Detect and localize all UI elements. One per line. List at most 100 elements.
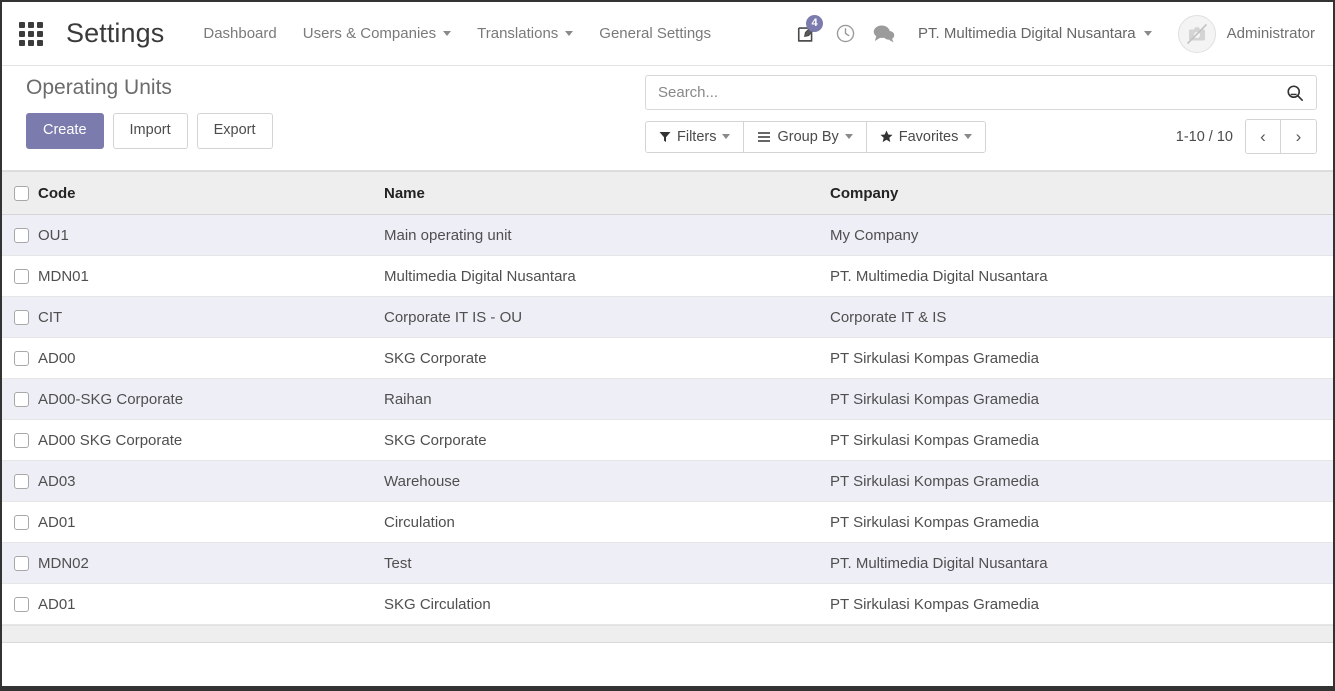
cell-code[interactable]: AD00 (38, 337, 384, 379)
cell-name[interactable]: SKG Corporate (384, 419, 830, 461)
row-checkbox[interactable] (14, 433, 29, 449)
avatar (1177, 14, 1216, 53)
cell-name[interactable]: SKG Circulation (384, 583, 830, 625)
cell-name[interactable]: Main operating unit (384, 214, 830, 256)
row-checkbox[interactable] (14, 351, 29, 367)
cell-company[interactable]: PT. Multimedia Digital Nusantara (830, 542, 1333, 584)
cell-company[interactable]: My Company (830, 214, 1333, 256)
cell-company[interactable]: Corporate IT & IS (830, 296, 1333, 338)
row-checkbox[interactable] (14, 392, 29, 408)
cell-code[interactable]: AD00-SKG Corporate (38, 378, 384, 420)
row-checkbox[interactable] (14, 597, 29, 613)
row-select-cell (2, 214, 38, 256)
cell-code[interactable]: MDN01 (38, 255, 384, 297)
activity-edit-icon[interactable]: 4 (788, 14, 826, 54)
app-brand-title[interactable]: Settings (66, 18, 164, 49)
table-aggregate-footer (2, 625, 1333, 643)
search-dropdown-group: Filters Group By Favorites (645, 120, 987, 153)
column-header-code[interactable]: Code (38, 171, 384, 215)
column-header-company[interactable]: Company (830, 171, 1333, 215)
cell-company[interactable]: PT Sirkulasi Kompas Gramedia (830, 378, 1333, 420)
filter-and-pager-row: Filters Group By Favorites 1-10 / 10 ‹ › (645, 119, 1317, 154)
row-checkbox[interactable] (14, 556, 29, 572)
pager-buttons: ‹ › (1245, 119, 1317, 154)
chevron-down-icon (443, 31, 452, 36)
application-window: Settings Dashboard Users & Companies Tra… (0, 0, 1335, 691)
create-button[interactable]: Create (26, 113, 104, 149)
menu-item-general-settings[interactable]: General Settings (586, 17, 724, 50)
cell-name[interactable]: Raihan (384, 378, 830, 420)
table-row[interactable]: MDN01 Multimedia Digital Nusantara PT. Mul… (2, 255, 1333, 297)
search-input[interactable] (658, 84, 1284, 101)
table-header-row: Code Name Company (2, 171, 1333, 215)
menu-item-dashboard[interactable]: Dashboard (190, 17, 289, 50)
table-row[interactable]: AD01 SKG Circulation PT Sirkulasi Kompas G… (2, 583, 1333, 625)
pager-previous-button[interactable]: ‹ (1246, 120, 1281, 153)
cell-code[interactable]: CIT (38, 296, 384, 338)
cell-company[interactable]: PT Sirkulasi Kompas Gramedia (830, 337, 1333, 379)
import-button[interactable]: Import (112, 113, 188, 149)
company-selector[interactable]: PT. Multimedia Digital Nusantara (902, 17, 1164, 50)
cell-code[interactable]: AD01 (38, 583, 384, 625)
cell-code[interactable]: AD01 (38, 501, 384, 543)
table-row[interactable]: AD00 SKG Corporate SKG Corporate PT Sirkul… (2, 419, 1333, 461)
filters-dropdown[interactable]: Filters (646, 121, 745, 152)
cell-company[interactable]: PT Sirkulasi Kompas Gramedia (830, 583, 1333, 625)
cell-code[interactable]: MDN02 (38, 542, 384, 584)
group-by-dropdown[interactable]: Group By (744, 121, 867, 152)
control-panel-right: Filters Group By (645, 75, 1317, 154)
apps-grid-icon[interactable] (18, 21, 44, 47)
chevron-down-icon (1143, 31, 1152, 36)
row-checkbox[interactable] (14, 269, 29, 285)
pager-next-button[interactable]: › (1281, 120, 1316, 153)
operating-units-table: Code Name Company OU1 Main operating unit… (2, 171, 1333, 625)
row-select-cell (2, 378, 38, 420)
table-row[interactable]: AD00-SKG Corporate Raihan PT Sirkulasi Kom… (2, 378, 1333, 420)
search-bar[interactable] (645, 75, 1317, 110)
menu-item-label: General Settings (599, 25, 712, 42)
cell-code[interactable]: OU1 (38, 214, 384, 256)
cell-name[interactable]: SKG Corporate (384, 337, 830, 379)
user-menu[interactable]: Administrator (1164, 9, 1319, 59)
row-select-cell (2, 419, 38, 461)
menu-item-label: Users & Companies (302, 25, 437, 42)
table-row[interactable]: AD00 SKG Corporate PT Sirkulasi Kompas Gra… (2, 337, 1333, 379)
table-row[interactable]: CIT Corporate IT IS - OU Corporate IT & IS (2, 296, 1333, 338)
filters-label: Filters (677, 128, 717, 145)
cell-code[interactable]: AD03 (38, 460, 384, 502)
column-header-name[interactable]: Name (384, 171, 830, 215)
row-checkbox[interactable] (14, 515, 29, 531)
export-button[interactable]: Export (196, 113, 273, 149)
top-navbar: Settings Dashboard Users & Companies Tra… (2, 2, 1333, 66)
table-row[interactable]: AD03 Warehouse PT Sirkulasi Kompas Gramedi… (2, 460, 1333, 502)
table-row[interactable]: MDN02 Test PT. Multimedia Digital Nusantar… (2, 542, 1333, 584)
empty-area-below-list (2, 643, 1333, 686)
cell-company[interactable]: PT. Multimedia Digital Nusantara (830, 255, 1333, 297)
chevron-down-icon (964, 134, 973, 139)
chat-bubble-icon[interactable] (864, 14, 902, 54)
row-checkbox[interactable] (14, 310, 29, 326)
menu-item-label: Dashboard (203, 25, 277, 42)
cell-name[interactable]: Corporate IT IS - OU (384, 296, 830, 338)
cell-name[interactable]: Circulation (384, 501, 830, 543)
page-title: Operating Units (26, 76, 172, 99)
cell-name[interactable]: Warehouse (384, 460, 830, 502)
row-select-cell (2, 460, 38, 502)
menu-item-users-and-companies[interactable]: Users & Companies (290, 17, 464, 50)
clock-icon[interactable] (826, 14, 864, 54)
list-lines-icon (758, 131, 771, 142)
table-row[interactable]: OU1 Main operating unit My Company (2, 214, 1333, 256)
cell-name[interactable]: Multimedia Digital Nusantara (384, 255, 830, 297)
cell-code[interactable]: AD00 SKG Corporate (38, 419, 384, 461)
search-icon[interactable] (1284, 82, 1306, 104)
cell-company[interactable]: PT Sirkulasi Kompas Gramedia (830, 501, 1333, 543)
cell-name[interactable]: Test (384, 542, 830, 584)
select-all-checkbox[interactable] (14, 186, 29, 202)
favorites-dropdown[interactable]: Favorites (866, 121, 986, 152)
cell-company[interactable]: PT Sirkulasi Kompas Gramedia (830, 460, 1333, 502)
table-row[interactable]: AD01 Circulation PT Sirkulasi Kompas Grame… (2, 501, 1333, 543)
menu-item-translations[interactable]: Translations (464, 17, 586, 50)
cell-company[interactable]: PT Sirkulasi Kompas Gramedia (830, 419, 1333, 461)
row-checkbox[interactable] (14, 474, 29, 490)
row-checkbox[interactable] (14, 228, 29, 244)
